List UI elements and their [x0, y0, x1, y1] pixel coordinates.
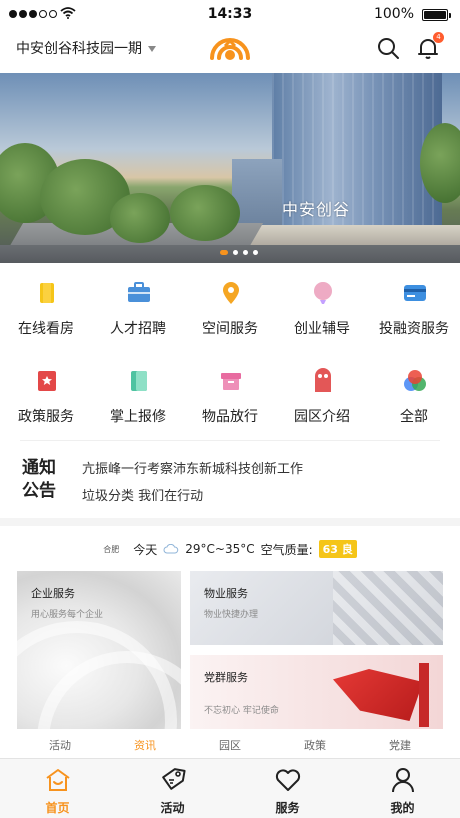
service-label: 物品放行 [202, 409, 258, 425]
service-item[interactable]: 空间服务 [184, 280, 276, 350]
briefcase-icon [128, 282, 150, 302]
nav-label: 活动 [160, 801, 185, 815]
card-icon [404, 285, 426, 301]
banner-carousel[interactable]: 中安创谷 [0, 73, 460, 263]
service-label: 创业辅导 [294, 321, 350, 337]
search-icon[interactable] [376, 36, 400, 60]
air-quality-label: 空气质量: [260, 542, 313, 557]
service-item[interactable]: 在线看房 [0, 280, 92, 350]
nav-label: 首页 [45, 801, 70, 815]
service-label: 人才招聘 [110, 321, 166, 337]
park-name: 中安创谷科技园一期 [16, 41, 142, 57]
battery-percentage: 100% [373, 6, 414, 22]
house-viewing-icon [40, 283, 54, 303]
notice-title: 通知 公告 [22, 458, 56, 501]
property-service-card[interactable]: 物业服务 物业快捷办理 [190, 571, 443, 645]
card-title: 企业服务 [31, 587, 75, 600]
nav-activity[interactable]: 活动 [115, 759, 230, 818]
carousel-dot[interactable] [220, 250, 228, 255]
service-item[interactable]: 全部 [368, 368, 460, 438]
enterprise-service-card[interactable]: 企业服务 用心服务每个企业 [17, 571, 181, 729]
app-logo [210, 38, 250, 60]
notification-button[interactable]: 4 [416, 32, 444, 60]
party-service-card[interactable]: 党群服务 不忘初心 牢记使命 [190, 655, 443, 729]
red-flag-image [333, 669, 423, 721]
service-label: 全部 [400, 409, 428, 425]
content-tab[interactable]: 园区 [187, 737, 273, 753]
nav-label: 服务 [275, 801, 300, 815]
service-label: 掌上报修 [110, 409, 166, 425]
service-item[interactable]: 政策服务 [0, 368, 92, 438]
star-badge-icon [38, 371, 56, 391]
service-item[interactable]: 掌上报修 [92, 368, 184, 438]
service-row: 政策服务 掌上报修 物品放行 园区介绍 全部 [0, 368, 460, 438]
notice-item[interactable]: 亢振峰一行考察沛东新城科技创新工作 [82, 458, 303, 477]
card-subtitle: 用心服务每个企业 [31, 610, 104, 620]
card-title: 物业服务 [204, 587, 248, 600]
park-selector[interactable]: 中安创谷科技园一期 [16, 38, 156, 58]
service-item[interactable]: 投融资服务 [368, 280, 460, 350]
status-bar: 14:33 100% [0, 0, 460, 30]
location-pin-icon [223, 282, 239, 304]
notice-item[interactable]: 垃圾分类 我们在行动 [82, 485, 203, 504]
user-icon [392, 768, 414, 793]
weather-day: 今天 [133, 542, 158, 557]
service-item[interactable]: 创业辅导 [276, 280, 368, 350]
service-item[interactable]: 物品放行 [184, 368, 276, 438]
home-icon [46, 769, 70, 791]
bottom-nav: 首页 活动 服务 我的 [0, 758, 460, 818]
nav-home[interactable]: 首页 [0, 759, 115, 818]
service-item[interactable]: 园区介绍 [276, 368, 368, 438]
carousel-dot[interactable] [253, 250, 258, 255]
content-tabs: 活动 资讯 园区 政策 党建 [0, 737, 460, 757]
air-quality-badge: 63 良 [318, 540, 357, 558]
intro-icon [315, 368, 331, 392]
content-tab[interactable]: 活动 [17, 737, 103, 753]
service-label: 园区介绍 [294, 409, 350, 425]
caret-down-icon [148, 46, 156, 52]
box-icon [221, 373, 241, 390]
notice-board: 通知 公告 亢振峰一行考察沛东新城科技创新工作 垃圾分类 我们在行动 [20, 440, 440, 512]
balloon-icon [314, 282, 332, 304]
card-subtitle: 不忘初心 牢记使命 [204, 706, 279, 716]
section-divider [0, 518, 460, 526]
banner-sign: 中安创谷 [282, 200, 351, 219]
weather-city: 合肥 [103, 544, 120, 554]
content-tab[interactable]: 党建 [357, 737, 443, 753]
carousel-dots [220, 250, 258, 255]
notification-badge: 4 [433, 32, 444, 43]
card-title: 党群服务 [204, 671, 248, 684]
service-label: 在线看房 [18, 321, 74, 337]
content-tab[interactable]: 政策 [272, 737, 358, 753]
nav-label: 我的 [390, 801, 415, 815]
content-tab[interactable]: 资讯 [102, 737, 188, 753]
app-header: 中安创谷科技园一期 4 [0, 30, 460, 70]
all-icon [404, 370, 426, 391]
carousel-dot[interactable] [243, 250, 248, 255]
weather-temperature: 29°C~35°C [185, 542, 255, 556]
service-label: 空间服务 [202, 321, 258, 337]
service-item[interactable]: 人才招聘 [92, 280, 184, 350]
carousel-dot[interactable] [233, 250, 238, 255]
tag-icon [162, 768, 186, 790]
service-row: 在线看房 人才招聘 空间服务 创业辅导 投融资服务 [0, 280, 460, 350]
nav-mine[interactable]: 我的 [345, 759, 460, 818]
service-label: 投融资服务 [379, 321, 449, 337]
heart-icon [275, 769, 301, 791]
card-subtitle: 物业快捷办理 [204, 610, 259, 620]
repair-icon [131, 371, 147, 391]
service-label: 政策服务 [18, 409, 74, 425]
nav-service[interactable]: 服务 [230, 759, 345, 818]
cloud-icon [163, 544, 179, 554]
weather-bar: 合肥 今天 29°C~35°C 空气质量: 63 良 [0, 538, 460, 560]
battery-icon [422, 9, 451, 21]
